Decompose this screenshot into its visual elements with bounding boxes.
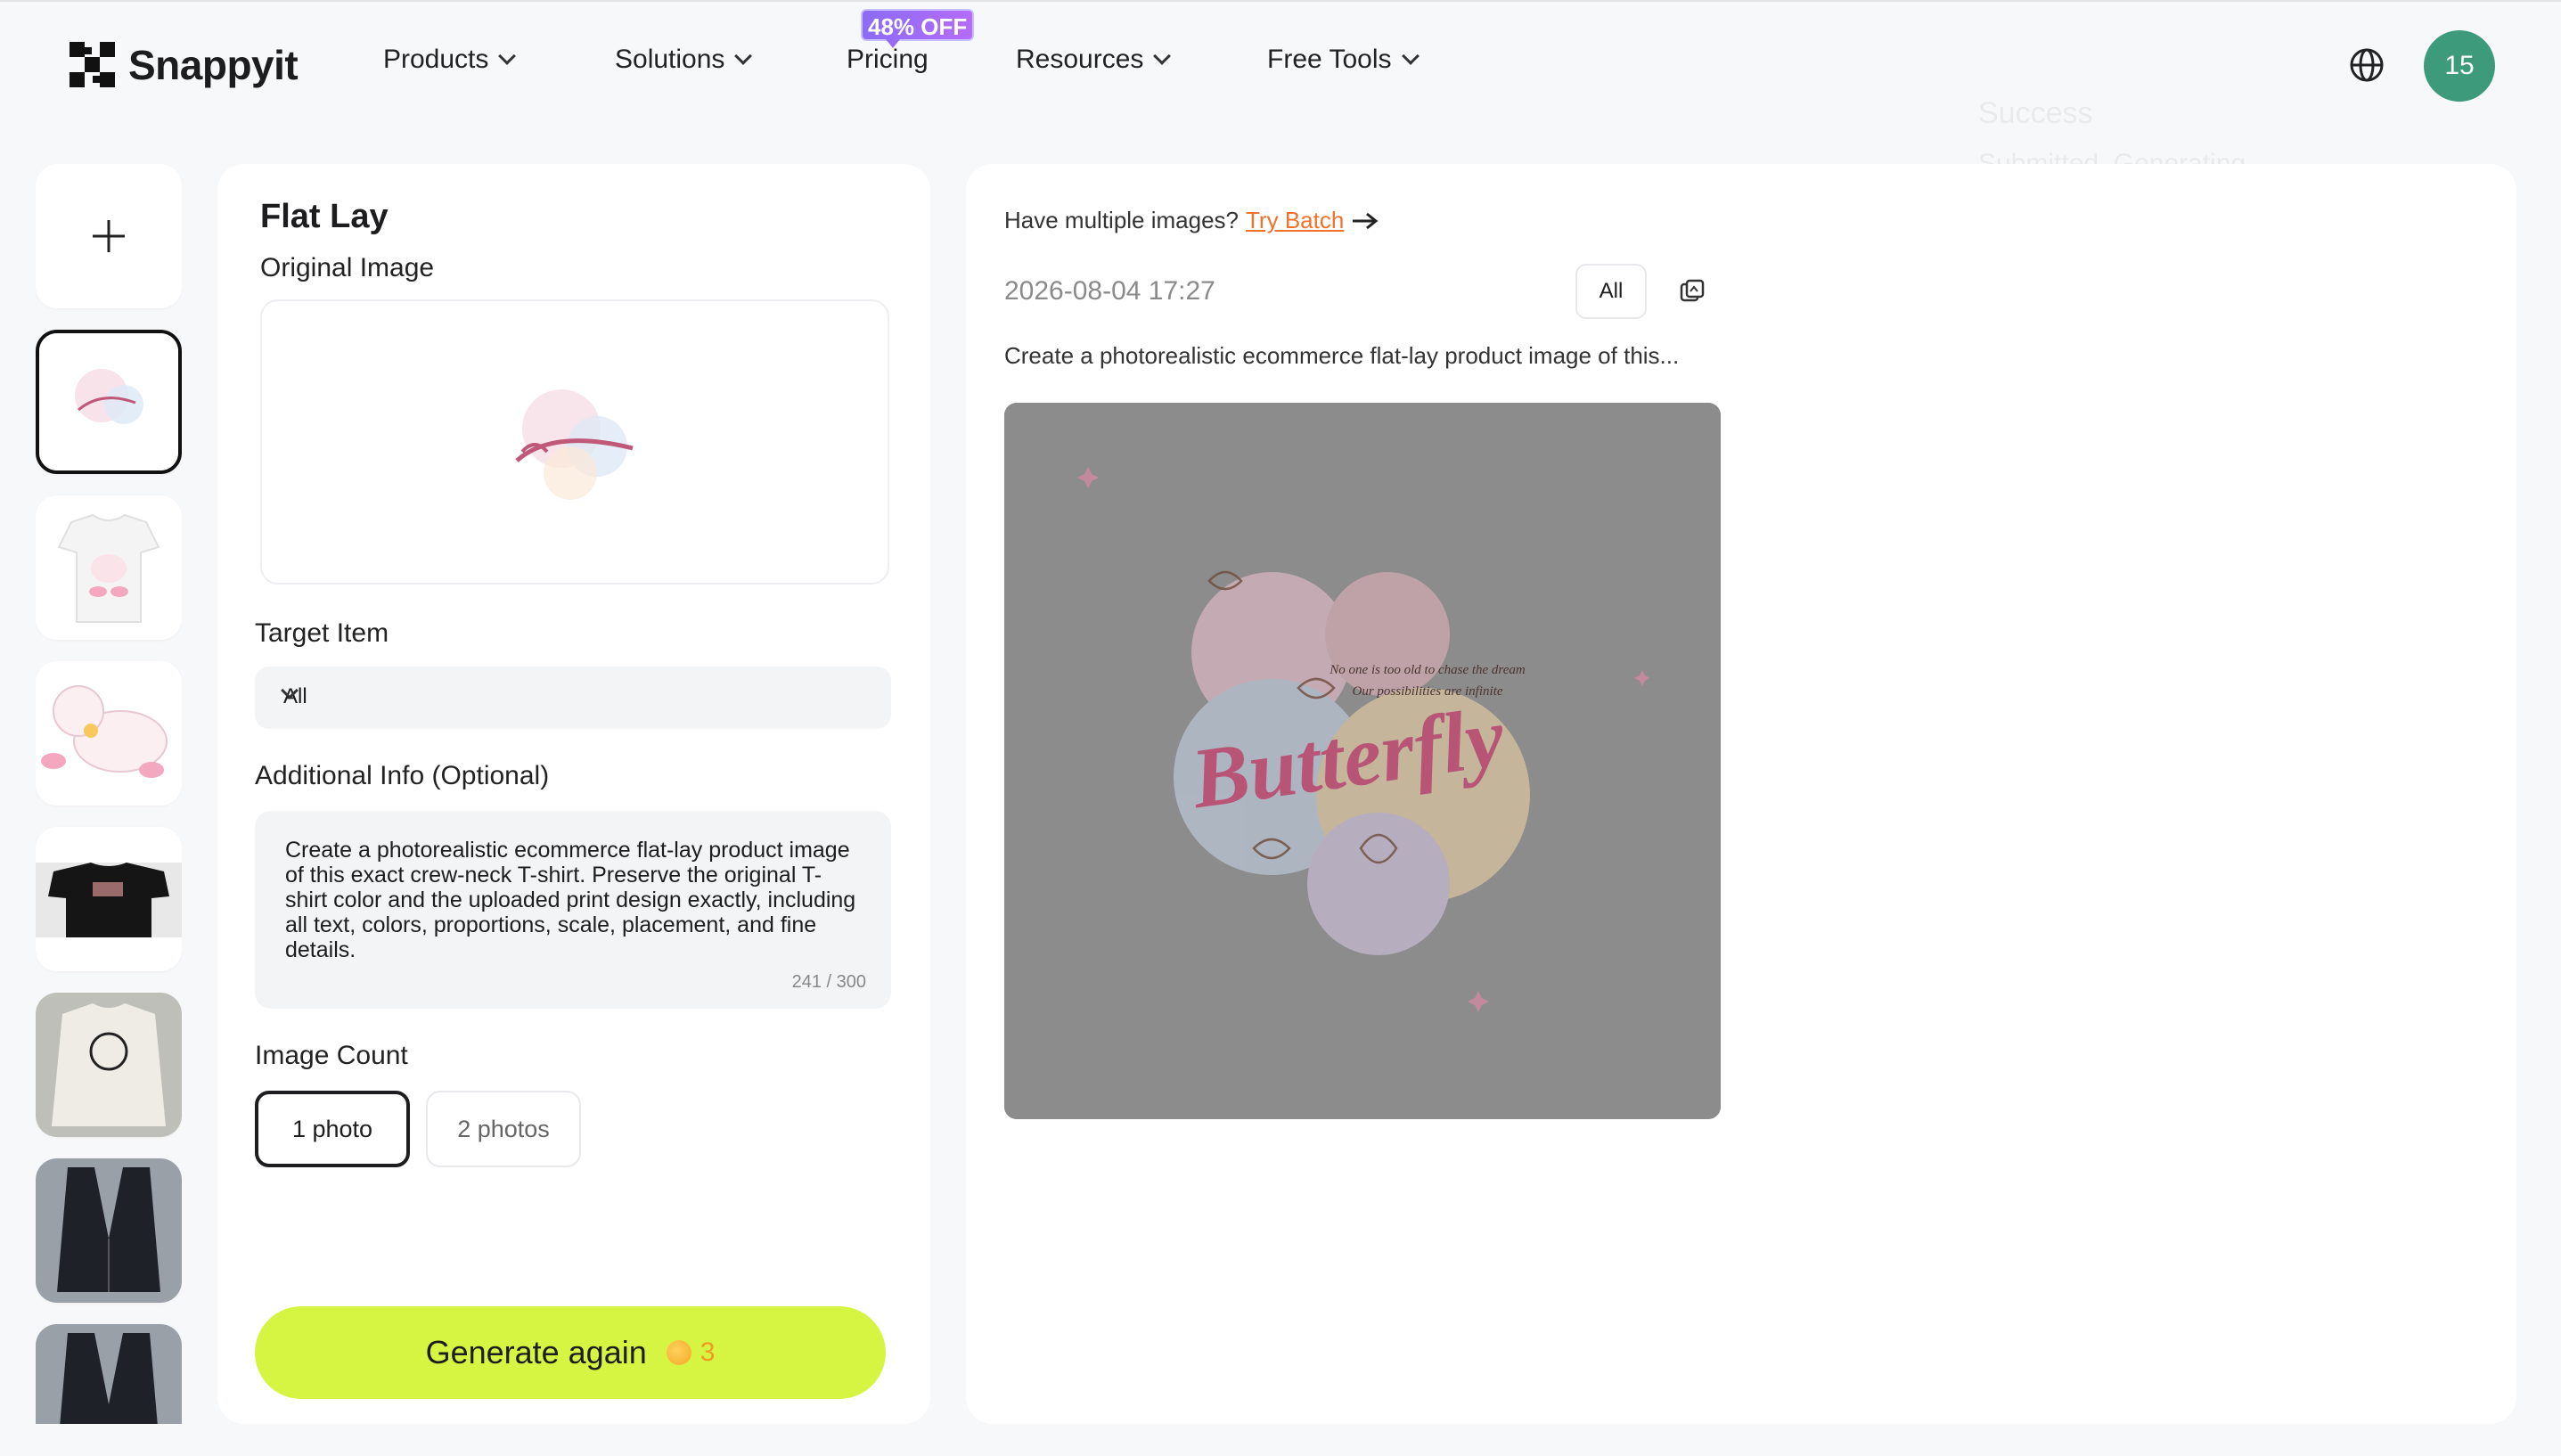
thumbnail-butterfly-print[interactable] bbox=[36, 330, 182, 474]
main-nav: Products Solutions Pricing Resources Fre… bbox=[383, 45, 1481, 75]
additional-info-label: Additional Info (Optional) bbox=[255, 761, 550, 790]
target-item-label: Target Item bbox=[255, 618, 389, 648]
additional-info-text: Create a photorealistic ecommerce flat-l… bbox=[285, 838, 856, 962]
target-item-select[interactable]: All bbox=[255, 667, 891, 729]
thumbnail-white-cat-tshirt[interactable] bbox=[36, 495, 182, 640]
nav-free-tools[interactable]: Free Tools bbox=[1267, 45, 1481, 75]
try-batch-link[interactable]: Try Batch bbox=[1246, 207, 1344, 234]
cat-illustration-image bbox=[36, 661, 182, 806]
brand-name: Snappyit bbox=[128, 42, 299, 88]
prompt-preview: Create a photorealistic ecommerce flat-l… bbox=[1004, 342, 1680, 369]
generate-cost: 3 bbox=[700, 1337, 716, 1367]
chevron-down-icon bbox=[1401, 47, 1420, 65]
nav-products-label: Products bbox=[383, 45, 489, 74]
white-tshirt-image bbox=[36, 495, 182, 640]
brand-logo[interactable]: Snappyit bbox=[70, 41, 299, 89]
compare-icon[interactable] bbox=[1663, 264, 1722, 319]
user-credits-avatar[interactable]: 15 bbox=[2424, 30, 2495, 102]
original-image-preview[interactable] bbox=[260, 299, 889, 585]
nav-pricing[interactable]: Pricing bbox=[847, 45, 1016, 75]
compare-icon-graphic bbox=[1680, 279, 1705, 302]
add-image-button[interactable] bbox=[36, 164, 182, 308]
butterfly-print-image bbox=[39, 333, 178, 470]
filter-all-button[interactable]: All bbox=[1575, 264, 1647, 319]
coin-icon bbox=[666, 1340, 691, 1365]
chevron-down-icon bbox=[1153, 47, 1172, 65]
additional-info-textarea[interactable]: Create a photorealistic ecommerce flat-l… bbox=[255, 811, 891, 1009]
nav-solutions[interactable]: Solutions bbox=[615, 45, 847, 75]
image-count-label: Image Count bbox=[255, 1041, 408, 1070]
butterfly-design-image: No one is too old to chase the dream Our… bbox=[1004, 403, 1721, 1119]
plus-icon bbox=[93, 220, 125, 252]
globe-icon[interactable] bbox=[2349, 47, 2385, 83]
flat-lay-form-panel: Flat Lay Original Image Target Item All … bbox=[217, 164, 930, 1424]
arrow-right-icon bbox=[1353, 212, 1379, 229]
chevron-down-icon bbox=[734, 47, 753, 65]
chevron-down-icon bbox=[498, 47, 517, 65]
nav-products[interactable]: Products bbox=[383, 45, 615, 75]
panel-title: Flat Lay bbox=[260, 198, 389, 235]
sweatshirt-image bbox=[36, 993, 182, 1137]
generated-image-placeholder[interactable]: No one is too old to chase the dream Our… bbox=[1004, 403, 1721, 1119]
original-image-label: Original Image bbox=[260, 253, 435, 282]
result-timestamp: 2026-08-04 17:27 bbox=[1004, 276, 1215, 306]
batch-prompt-row: Have multiple images? Try Batch bbox=[1004, 207, 1379, 234]
nav-resources[interactable]: Resources bbox=[1016, 45, 1267, 75]
image-count-option-1[interactable]: 1 photo bbox=[255, 1091, 410, 1167]
char-counter: 241 / 300 bbox=[791, 972, 866, 992]
image-count-option-2[interactable]: 2 photos bbox=[426, 1091, 581, 1167]
generate-button-label: Generate again bbox=[425, 1334, 647, 1370]
thumbnail-cat-illustration[interactable] bbox=[36, 661, 182, 806]
black-vest-image bbox=[36, 1158, 182, 1303]
batch-prompt-text: Have multiple images? bbox=[1004, 207, 1240, 233]
thumbnail-black-tshirt[interactable] bbox=[36, 827, 182, 971]
pricing-discount-badge: 48% OFF bbox=[861, 9, 975, 48]
nav-solutions-label: Solutions bbox=[615, 45, 725, 74]
thumbnail-polo-sweatshirt[interactable] bbox=[36, 993, 182, 1137]
butterfly-print-image bbox=[515, 389, 634, 500]
toast-title: Success bbox=[1978, 96, 2093, 130]
black-vest-image bbox=[36, 1324, 182, 1424]
nav-pricing-label: Pricing bbox=[847, 45, 929, 74]
thumbnail-black-vest-2[interactable] bbox=[36, 1324, 182, 1424]
history-thumbnails bbox=[36, 164, 182, 1424]
nav-resources-label: Resources bbox=[1016, 45, 1144, 74]
nav-free-tools-label: Free Tools bbox=[1267, 45, 1392, 74]
generate-again-button[interactable]: Generate again 3 bbox=[255, 1306, 886, 1399]
logo-icon bbox=[70, 42, 115, 87]
black-tshirt-image bbox=[36, 827, 182, 971]
design-line-1: No one is too old to chase the dream bbox=[1329, 663, 1526, 677]
thumbnail-black-vest[interactable] bbox=[36, 1158, 182, 1303]
result-panel: Have multiple images? Try Batch 2026-08-… bbox=[966, 164, 2516, 1424]
